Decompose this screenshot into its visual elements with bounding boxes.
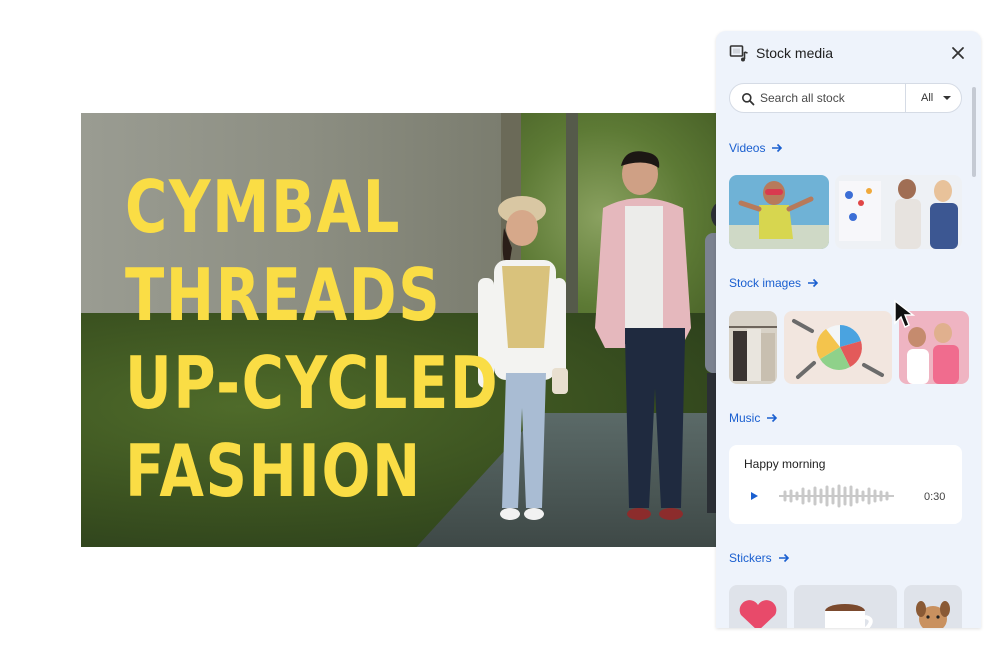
stock-media-panel: Stock media All Videos [716,31,981,628]
music-track-title: Happy morning [744,457,826,471]
stock-search-bar: All [729,83,962,113]
hero-title-line-3: UP-CYCLED [125,341,500,425]
filter-dropdown[interactable]: All [906,84,962,112]
stock-image-thumbnail-2[interactable] [784,311,892,384]
person-man [595,151,691,520]
close-icon[interactable] [948,43,968,63]
stickers-label: Stickers [729,551,772,565]
arrow-right-icon [767,413,778,423]
panel-title: Stock media [756,45,834,61]
sticker-dog[interactable] [904,585,962,628]
hero-title-line-2: THREADS [125,253,442,337]
panel-header: Stock media [716,31,981,75]
waveform-icon [779,484,894,508]
music-track-duration: 0:30 [924,491,946,503]
music-label: Music [729,411,761,425]
stock-media-icon [729,45,748,62]
stickers-section-link[interactable]: Stickers [729,551,790,565]
search-input[interactable] [760,84,900,112]
hero-title: CYMBAL THREADS UP-CYCLED FASHION [125,163,500,515]
arrow-right-icon [808,278,819,288]
sticker-coffee-cup[interactable] [794,585,897,628]
chevron-down-icon [943,96,951,100]
stock-images-section-link[interactable]: Stock images [729,276,819,290]
scrollbar[interactable] [972,87,976,177]
music-track-card[interactable]: Happy morning 0:30 [729,445,962,524]
hero-title-line-4: FASHION [125,429,422,513]
stock-images-label: Stock images [729,276,802,290]
play-icon[interactable] [751,492,758,500]
search-icon [742,93,755,106]
sticker-heart[interactable] [729,585,787,628]
hero-title-line-1: CYMBAL [125,165,402,249]
video-thumbnail-1[interactable] [729,175,829,249]
video-thumbnail-2[interactable] [835,175,962,249]
filter-label: All [921,92,934,104]
video-canvas[interactable]: CYMBAL THREADS UP-CYCLED FASHION [81,113,721,547]
stock-image-thumbnail-1[interactable] [729,311,777,384]
mouse-cursor-icon [894,299,915,328]
videos-section-link[interactable]: Videos [729,141,783,155]
arrow-right-icon [772,143,783,153]
arrow-right-icon [778,553,789,563]
videos-label: Videos [729,141,766,155]
music-section-link[interactable]: Music [729,411,778,425]
